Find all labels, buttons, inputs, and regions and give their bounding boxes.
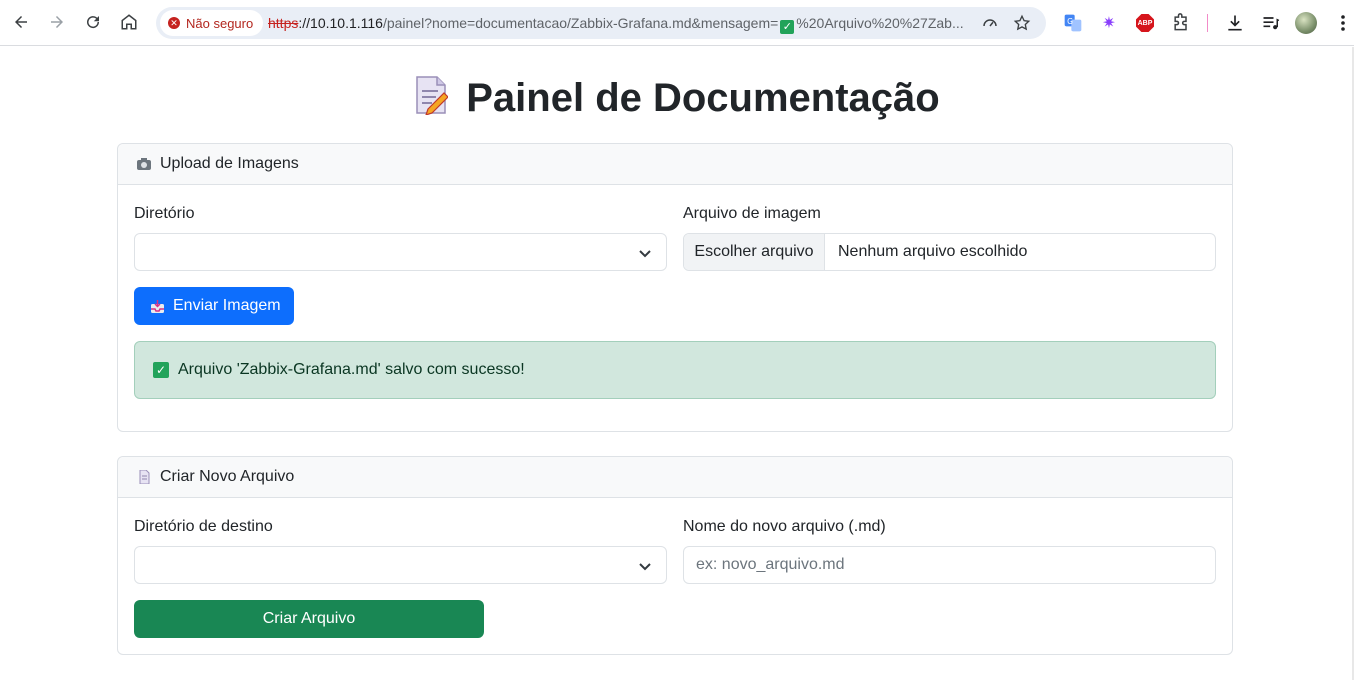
profile-avatar[interactable] [1295, 12, 1317, 34]
new-file-name-label: Nome do novo arquivo (.md) [683, 518, 886, 535]
page-body: Painel de Documentação Upload de Imagens… [0, 47, 1354, 680]
image-file-input[interactable]: Escolher arquivo Nenhum arquivo escolhid… [683, 233, 1216, 271]
upload-card-header: Upload de Imagens [118, 144, 1232, 185]
camera-icon [137, 158, 151, 170]
success-alert: ✓ Arquivo 'Zabbix-Grafana.md' salvo com … [134, 341, 1216, 399]
adblock-extension-icon[interactable]: ABP [1134, 12, 1156, 34]
image-file-label: Arquivo de imagem [683, 205, 821, 222]
title-text: Painel de Documentação [466, 76, 940, 120]
url-text[interactable]: https://10.10.1.116/painel?nome=document… [268, 7, 968, 39]
url-host: ://10.10.1.116 [298, 15, 383, 31]
memo-icon [416, 76, 449, 115]
performance-icon[interactable] [980, 13, 1000, 33]
page-title: Painel de Documentação [0, 73, 1354, 123]
svg-text:G: G [1067, 17, 1073, 26]
create-file-card: Criar Novo Arquivo Diretório de destino … [117, 456, 1233, 655]
inbox-tray-icon [151, 299, 164, 313]
destination-directory-select[interactable] [134, 546, 667, 584]
directory-select[interactable] [134, 233, 667, 271]
security-chip[interactable]: ✕ Não seguro [160, 10, 264, 36]
forward-button[interactable] [42, 7, 72, 37]
chevron-down-icon [639, 563, 651, 571]
url-path: /painel?nome=documentacao/Zabbix-Grafana… [382, 15, 779, 31]
not-secure-icon: ✕ [168, 17, 180, 29]
arrow-left-icon [15, 16, 27, 28]
home-icon [121, 14, 137, 30]
send-image-button[interactable]: Enviar Imagem [134, 287, 294, 325]
success-alert-text: Arquivo 'Zabbix-Grafana.md' salvo com su… [178, 361, 525, 378]
upload-card-title: Upload de Imagens [160, 155, 299, 172]
toolbar-divider [1207, 14, 1208, 32]
destination-directory-label: Diretório de destino [134, 518, 273, 535]
bookmark-star-icon[interactable] [1012, 13, 1032, 33]
kebab-menu-icon[interactable] [1332, 12, 1354, 34]
create-file-card-header: Criar Novo Arquivo [118, 457, 1232, 498]
create-file-card-title: Criar Novo Arquivo [160, 468, 295, 485]
chevron-down-icon [639, 250, 651, 258]
puzzle-extensions-icon[interactable] [1170, 12, 1192, 34]
new-file-name-input[interactable] [683, 546, 1216, 584]
back-button[interactable] [6, 7, 36, 37]
gear-extension-icon[interactable]: ✷ [1098, 12, 1120, 34]
media-queue-icon[interactable] [1260, 12, 1282, 34]
reload-button[interactable] [78, 7, 108, 37]
send-image-label: Enviar Imagem [173, 297, 281, 314]
address-bar[interactable]: ✕ Não seguro https://10.10.1.116/painel?… [156, 7, 1046, 39]
directory-label: Diretório [134, 205, 195, 222]
no-file-text: Nenhum arquivo escolhido [838, 243, 1028, 260]
translate-extension-icon[interactable]: G [1062, 12, 1084, 34]
check-icon: ✓ [153, 362, 169, 378]
security-label: Não seguro [186, 15, 254, 31]
choose-file-button[interactable]: Escolher arquivo [684, 234, 825, 270]
arrow-right-icon [51, 16, 63, 28]
url-tail: %20Arquivo%20%27Zab... [796, 15, 964, 31]
page-icon [139, 470, 150, 484]
upload-card: Upload de Imagens Diretório Arquivo de i… [117, 143, 1233, 432]
create-file-button[interactable]: Criar Arquivo [134, 600, 484, 638]
home-button[interactable] [114, 7, 144, 37]
browser-toolbar: ✕ Não seguro https://10.10.1.116/painel?… [0, 0, 1354, 46]
download-icon[interactable] [1224, 12, 1246, 34]
check-emoji-icon: ✓ [780, 20, 795, 34]
url-scheme: https [268, 15, 299, 31]
reload-icon [87, 16, 100, 29]
